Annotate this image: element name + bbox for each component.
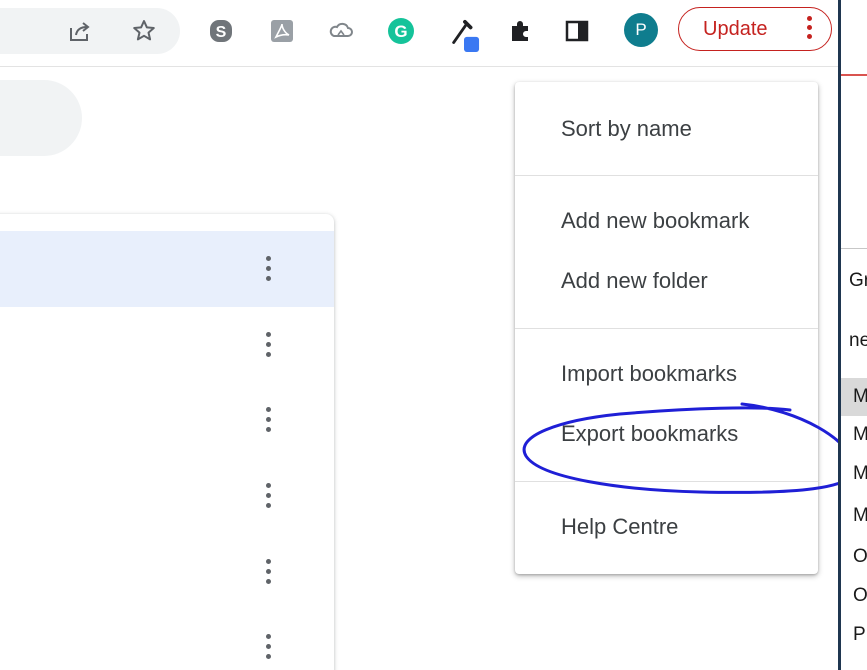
organize-menu: Sort by name Add new bookmark Add new fo… [515,82,818,574]
update-button[interactable]: Update [678,7,832,51]
side-panel-icon[interactable] [561,15,593,47]
background-text: M [853,463,867,485]
menu-item-label: Export bookmarks [561,421,739,446]
profile-avatar[interactable]: P [624,13,658,47]
menu-separator [515,481,818,482]
background-text: M [853,386,867,408]
browser-toolbar: S G P Update [0,0,838,67]
acrobat-icon[interactable] [266,15,298,47]
background-accent-line [841,74,867,76]
bookmark-row[interactable] [0,231,334,307]
browser-window: S G P Update Sort by name Add new bookma… [0,0,838,670]
profile-initial: P [635,20,647,39]
menu-item-label: Add new bookmark [561,208,750,233]
menu-item-import-bookmarks[interactable]: Import bookmarks [515,349,818,399]
menu-item-label: Help Centre [561,514,679,539]
bookmark-more-icon[interactable] [266,559,272,587]
menu-item-add-new-bookmark[interactable]: Add new bookmark [515,196,818,246]
bookmark-more-icon[interactable] [266,483,272,511]
menu-item-label: Sort by name [561,116,692,141]
bookmark-star-icon[interactable] [128,15,160,47]
menu-item-add-new-folder[interactable]: Add new folder [515,256,818,306]
bookmarks-list [0,214,334,670]
bookmark-more-icon[interactable] [266,407,272,435]
grammarly-icon[interactable]: G [385,15,417,47]
menu-item-help-centre[interactable]: Help Centre [515,502,818,552]
bookmark-row[interactable] [0,458,334,534]
menu-item-sort-by-name[interactable]: Sort by name [515,104,818,154]
menu-separator [515,175,818,176]
menu-item-label: Add new folder [561,268,708,293]
background-grid-line [841,248,867,249]
background-text: O [853,546,867,567]
background-text: O [853,585,867,606]
background-text: M [853,424,867,446]
menu-item-label: Import bookmarks [561,361,738,386]
bookmark-more-icon[interactable] [266,634,272,662]
update-label: Update [703,17,768,40]
cloud-icon[interactable] [325,15,357,47]
background-window: Gr ne M M M M O O P [838,0,867,670]
bookmarks-search-field[interactable] [0,80,82,156]
bookmark-row[interactable] [0,534,334,610]
bookmark-row[interactable] [0,307,334,383]
svg-text:G: G [394,22,407,41]
svg-text:S: S [216,24,227,41]
share-icon[interactable] [64,15,96,47]
eyedropper-icon[interactable] [448,15,480,55]
menu-item-export-bookmarks[interactable]: Export bookmarks [515,409,818,459]
bookmark-row[interactable] [0,609,334,670]
bookmark-more-icon[interactable] [266,256,272,284]
extensions-puzzle-icon[interactable] [505,15,537,47]
background-text: M [853,505,867,527]
menu-separator [515,328,818,329]
bookmark-more-icon[interactable] [266,332,272,360]
background-text: Gr [849,270,867,291]
skype-icon[interactable]: S [205,15,237,47]
background-text: ne [849,330,867,351]
background-text: P [853,624,866,645]
more-vert-icon [807,16,813,42]
bookmark-row[interactable] [0,382,334,458]
